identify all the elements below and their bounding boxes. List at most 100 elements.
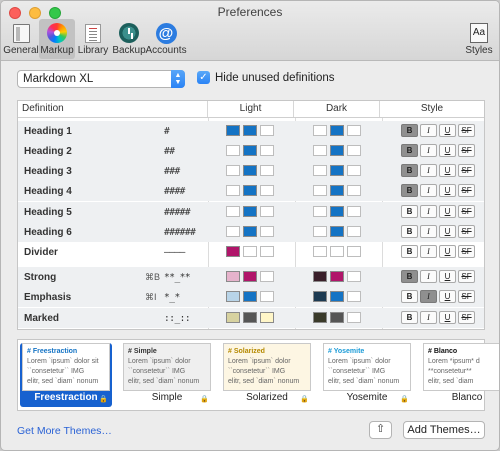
table-row[interactable]: Heading 3 ### B I U SF bbox=[18, 161, 484, 181]
underline-toggle[interactable]: U bbox=[439, 164, 456, 177]
dark-color-well[interactable] bbox=[313, 271, 327, 282]
dark-color-well[interactable] bbox=[347, 246, 361, 257]
light-color-well[interactable] bbox=[226, 246, 240, 257]
add-themes-button[interactable]: Add Themes… bbox=[403, 421, 485, 439]
bold-toggle[interactable]: B bbox=[401, 124, 418, 137]
italic-toggle[interactable]: I bbox=[420, 205, 437, 218]
dark-color-well[interactable] bbox=[330, 271, 344, 282]
bold-toggle[interactable]: B bbox=[401, 270, 418, 283]
table-row[interactable]: Heading 4 #### B I U SF bbox=[18, 181, 484, 201]
light-color-well[interactable] bbox=[260, 246, 274, 257]
dark-color-well[interactable] bbox=[313, 185, 327, 196]
share-button[interactable]: ⇧ bbox=[369, 421, 392, 439]
light-color-well[interactable] bbox=[226, 226, 240, 237]
table-row[interactable]: Marked::_:: B I U SF bbox=[18, 308, 484, 328]
light-color-well[interactable] bbox=[243, 145, 257, 156]
dark-color-well[interactable] bbox=[347, 312, 361, 323]
dark-color-well[interactable] bbox=[347, 226, 361, 237]
light-color-well[interactable] bbox=[243, 312, 257, 323]
underline-toggle[interactable]: U bbox=[439, 184, 456, 197]
dark-color-well[interactable] bbox=[347, 206, 361, 217]
table-row[interactable]: Heading 5 ##### B I U SF bbox=[18, 202, 484, 222]
bold-toggle[interactable]: B bbox=[401, 225, 418, 238]
strikethrough-toggle[interactable]: SF bbox=[458, 270, 475, 283]
light-color-well[interactable] bbox=[243, 165, 257, 176]
strikethrough-toggle[interactable]: SF bbox=[458, 290, 475, 303]
strikethrough-toggle[interactable]: SF bbox=[458, 225, 475, 238]
underline-toggle[interactable]: U bbox=[439, 124, 456, 137]
table-row[interactable]: Strong ⌘B **_** B I U SF bbox=[18, 267, 484, 287]
theme-blanco[interactable]: # Blanco Lorem *ipsum* d **consetetur** eli… bbox=[421, 343, 499, 407]
tab-backup[interactable]: Backup bbox=[111, 19, 147, 59]
italic-toggle[interactable]: I bbox=[420, 290, 437, 303]
dark-color-well[interactable] bbox=[347, 185, 361, 196]
light-color-well[interactable] bbox=[243, 291, 257, 302]
light-color-well[interactable] bbox=[226, 291, 240, 302]
tab-styles[interactable]: Aa Styles bbox=[464, 19, 494, 59]
dark-color-well[interactable] bbox=[347, 165, 361, 176]
dark-color-well[interactable] bbox=[313, 206, 327, 217]
light-color-well[interactable] bbox=[260, 125, 274, 136]
light-color-well[interactable] bbox=[243, 185, 257, 196]
bold-toggle[interactable]: B bbox=[401, 245, 418, 258]
light-color-well[interactable] bbox=[260, 165, 274, 176]
light-color-well[interactable] bbox=[260, 185, 274, 196]
underline-toggle[interactable]: U bbox=[439, 205, 456, 218]
light-color-well[interactable] bbox=[243, 271, 257, 282]
tab-library[interactable]: Library bbox=[75, 19, 111, 59]
light-color-well[interactable] bbox=[243, 125, 257, 136]
dark-color-well[interactable] bbox=[330, 165, 344, 176]
column-light[interactable]: Light bbox=[208, 101, 294, 117]
strikethrough-toggle[interactable]: SF bbox=[458, 311, 475, 324]
dark-color-well[interactable] bbox=[347, 291, 361, 302]
dark-color-well[interactable] bbox=[330, 312, 344, 323]
italic-toggle[interactable]: I bbox=[420, 164, 437, 177]
light-color-well[interactable] bbox=[260, 145, 274, 156]
light-color-well[interactable] bbox=[226, 271, 240, 282]
italic-toggle[interactable]: I bbox=[420, 270, 437, 283]
light-color-well[interactable] bbox=[260, 312, 274, 323]
dark-color-well[interactable] bbox=[313, 312, 327, 323]
bold-toggle[interactable]: B bbox=[401, 205, 418, 218]
italic-toggle[interactable]: I bbox=[420, 245, 437, 258]
dark-color-well[interactable] bbox=[330, 206, 344, 217]
flavor-select[interactable]: Markdown XL ▲ ▼ bbox=[17, 70, 185, 88]
light-color-well[interactable] bbox=[226, 312, 240, 323]
italic-toggle[interactable]: I bbox=[420, 225, 437, 238]
italic-toggle[interactable]: I bbox=[420, 124, 437, 137]
table-row[interactable]: Heading 6 ###### B I U SF bbox=[18, 222, 484, 242]
dark-color-well[interactable] bbox=[330, 125, 344, 136]
dark-color-well[interactable] bbox=[330, 246, 344, 257]
light-color-well[interactable] bbox=[226, 145, 240, 156]
table-row[interactable]: Heading 2 ## B I U SF bbox=[18, 141, 484, 161]
tab-general[interactable]: General bbox=[3, 19, 39, 59]
strikethrough-toggle[interactable]: SF bbox=[458, 205, 475, 218]
table-row[interactable]: Heading 1 # B I U SF bbox=[18, 121, 484, 141]
underline-toggle[interactable]: U bbox=[439, 311, 456, 324]
dark-color-well[interactable] bbox=[330, 145, 344, 156]
italic-toggle[interactable]: I bbox=[420, 184, 437, 197]
light-color-well[interactable] bbox=[243, 246, 257, 257]
tab-markup[interactable]: Markup bbox=[39, 19, 75, 59]
light-color-well[interactable] bbox=[226, 125, 240, 136]
dark-color-well[interactable] bbox=[313, 246, 327, 257]
light-color-well[interactable] bbox=[226, 165, 240, 176]
light-color-well[interactable] bbox=[243, 226, 257, 237]
strikethrough-toggle[interactable]: SF bbox=[458, 164, 475, 177]
italic-toggle[interactable]: I bbox=[420, 311, 437, 324]
dark-color-well[interactable] bbox=[313, 291, 327, 302]
column-dark[interactable]: Dark bbox=[294, 101, 380, 117]
dark-color-well[interactable] bbox=[313, 125, 327, 136]
tab-accounts[interactable]: @ Accounts bbox=[145, 19, 187, 59]
hide-unused-option[interactable]: ✓ Hide unused definitions bbox=[197, 71, 335, 84]
light-color-well[interactable] bbox=[226, 185, 240, 196]
theme-freestraction[interactable]: # Freestraction Lorem `ipsum` dolor sit ``… bbox=[20, 343, 112, 407]
underline-toggle[interactable]: U bbox=[439, 144, 456, 157]
table-row[interactable]: Divider –––– B I U SF bbox=[18, 242, 484, 262]
dark-color-well[interactable] bbox=[330, 291, 344, 302]
strikethrough-toggle[interactable]: SF bbox=[458, 184, 475, 197]
bold-toggle[interactable]: B bbox=[401, 311, 418, 324]
dark-color-well[interactable] bbox=[330, 226, 344, 237]
italic-toggle[interactable]: I bbox=[420, 144, 437, 157]
dark-color-well[interactable] bbox=[347, 271, 361, 282]
